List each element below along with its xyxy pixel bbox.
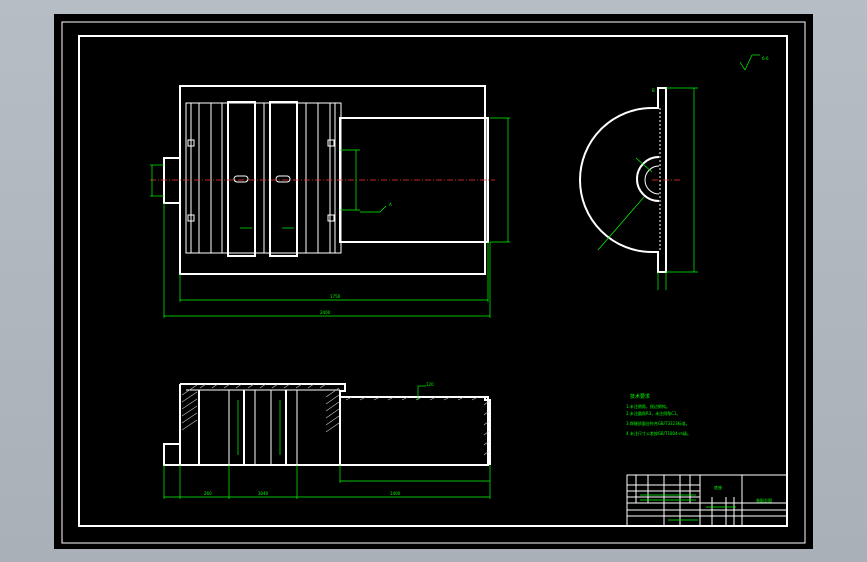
note-line: 1.未注倒角，锐边倒钝。 [626, 403, 670, 409]
dim-front-3: 1400 [390, 491, 401, 496]
notes-title: 技术要求 [630, 393, 650, 400]
dim-top-1: 1750 [330, 294, 341, 299]
title-part-name: 底座 [714, 484, 722, 490]
section-mark: 6-6 [762, 56, 769, 61]
dim-front-1: 260 [204, 491, 212, 496]
dim-front-2: 3040 [258, 491, 269, 496]
top-view-note: A [389, 202, 392, 207]
inner-border [78, 35, 788, 527]
dim-front-4: 120 [426, 382, 434, 387]
front-view: 260 3040 1400 120 [163, 382, 491, 499]
top-view: 1750 2400 A [150, 85, 510, 318]
side-view: B 6-6 [579, 54, 769, 290]
note-line: 2.未注圆角R3，未注倒角C1。 [626, 410, 680, 416]
dim-top-2: 2400 [320, 310, 331, 315]
title-drawing-name: 装配总图 [756, 497, 772, 503]
title-block: 底座 装配总图 [626, 474, 788, 527]
cad-drawing: 1750 2400 A B 6-6 260 3040 1400 120 技术要求… [61, 21, 806, 544]
note-line: 3.焊缝质量应符合GB/T3323标准。 [626, 420, 690, 426]
side-view-section: B [652, 88, 655, 93]
cad-viewport[interactable]: 1750 2400 A B 6-6 260 3040 1400 120 技术要求… [54, 14, 813, 549]
technical-notes: 技术要求 1.未注倒角，锐边倒钝。 2.未注圆角R3，未注倒角C1。 3.焊缝质… [626, 393, 691, 436]
note-line: 4.未注尺寸公差按GB/T1804-m级。 [626, 430, 691, 436]
